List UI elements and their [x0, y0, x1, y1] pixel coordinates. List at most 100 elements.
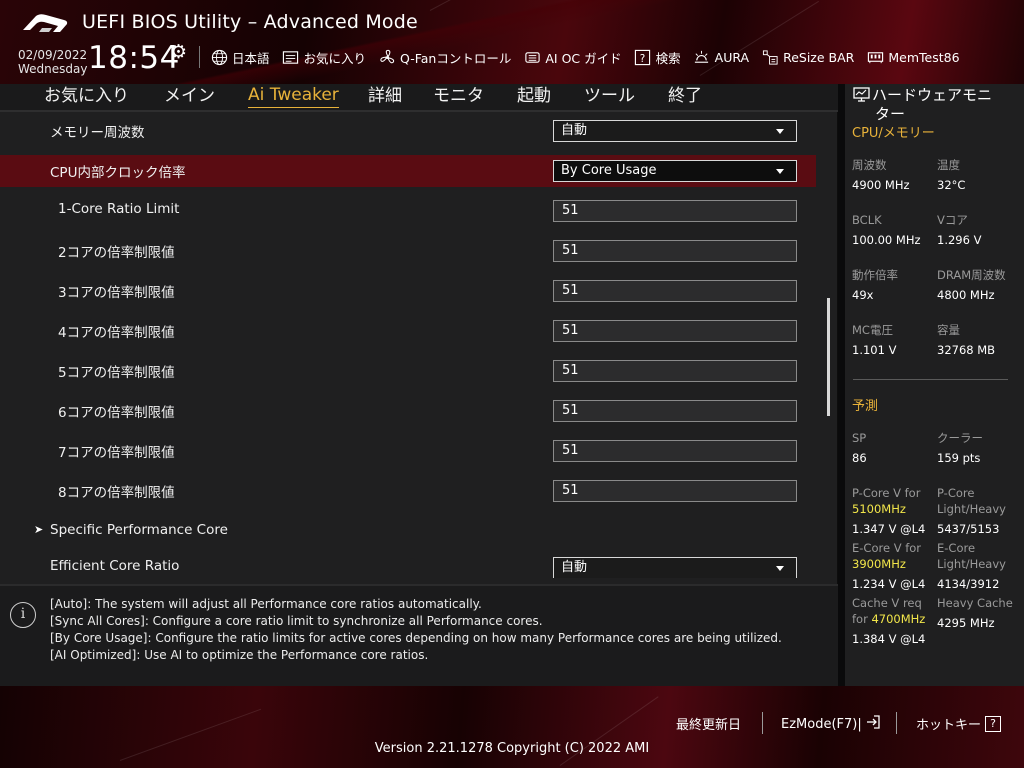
- setting-label: 4コアの倍率制限値: [58, 325, 175, 341]
- settings-list: メモリー周波数 自動 CPU内部クロック倍率 By Core Usage 1-C…: [0, 112, 838, 578]
- weekday-text: Wednesday: [18, 62, 88, 76]
- setting-label: 7コアの倍率制限値: [58, 445, 175, 461]
- tab-ai-tweaker[interactable]: Ai Tweaker: [248, 84, 339, 108]
- help-panel: i [Auto]: The system will adjust all Per…: [0, 584, 838, 686]
- question-box-icon: ?: [985, 715, 1002, 732]
- cpu-memory-section-title: CPU/メモリー: [852, 126, 935, 141]
- search-button[interactable]: ? 検索: [634, 48, 681, 67]
- setting-row-2core-ratio[interactable]: 2コアの倍率制限値 51: [0, 235, 816, 267]
- tab-boot[interactable]: 起動: [517, 84, 551, 110]
- submenu-specific-performance-core[interactable]: ➤ Specific Performance Core: [0, 516, 816, 548]
- help-line: [By Core Usage]: Configure the ratio lim…: [50, 631, 782, 645]
- setting-row-7core-ratio[interactable]: 7コアの倍率制限値 51: [0, 435, 816, 467]
- hw-value-temperature: 32°C: [937, 178, 966, 192]
- setting-row-6core-ratio[interactable]: 6コアの倍率制限値 51: [0, 395, 816, 427]
- select-value: 自動: [561, 123, 588, 138]
- hw-value-vcore: 1.296 V: [937, 233, 982, 247]
- ecore-lh-label-line2: Light/Heavy: [937, 557, 1006, 571]
- hw-label-ratio: 動作倍率: [852, 268, 898, 282]
- hotkeys-button[interactable]: ホットキー ?: [916, 714, 1002, 733]
- qfan-control-button[interactable]: Q-Fanコントロール: [378, 48, 511, 67]
- 2core-ratio-input[interactable]: 51: [553, 240, 797, 262]
- memtest-button[interactable]: MemTest86: [866, 48, 960, 66]
- aura-button[interactable]: AURA: [693, 48, 749, 66]
- 7core-ratio-input[interactable]: 51: [553, 440, 797, 462]
- setting-label: 3コアの倍率制限値: [58, 285, 175, 301]
- setting-row-1core-ratio[interactable]: 1-Core Ratio Limit 51: [0, 195, 816, 227]
- footer-divider: [896, 712, 897, 734]
- hw-value-cache-v: 1.384 V @L4: [852, 632, 926, 646]
- setting-row-8core-ratio[interactable]: 8コアの倍率制限値 51: [0, 475, 816, 507]
- hotkeys-label: ホットキー: [916, 718, 982, 733]
- select-value: By Core Usage: [561, 163, 657, 178]
- svg-text:?: ?: [640, 52, 646, 64]
- 3core-ratio-input[interactable]: 51: [553, 280, 797, 302]
- setting-label: メモリー周波数: [50, 125, 145, 141]
- ai-oc-guide-button[interactable]: AI OC ガイド: [523, 48, 622, 67]
- tab-advanced[interactable]: 詳細: [368, 84, 402, 110]
- efficient-core-ratio-select[interactable]: 自動: [553, 557, 797, 578]
- exit-arrow-icon: [865, 714, 881, 734]
- aura-label: AURA: [714, 49, 750, 65]
- setting-row-cpu-core-ratio[interactable]: CPU内部クロック倍率 By Core Usage: [0, 155, 816, 187]
- cpu-core-ratio-select[interactable]: By Core Usage: [553, 160, 797, 182]
- hw-value-ecore-v: 1.234 V @L4: [852, 577, 926, 591]
- 5core-ratio-input[interactable]: 51: [553, 360, 797, 382]
- setting-label: 6コアの倍率制限値: [58, 405, 175, 421]
- settings-scrollbar[interactable]: [827, 298, 830, 416]
- favorites-label: お気に入り: [303, 50, 367, 66]
- setting-row-4core-ratio[interactable]: 4コアの倍率制限値 51: [0, 315, 816, 347]
- ecore-v-frequency: 3900MHz: [852, 557, 906, 571]
- setting-row-memory-frequency[interactable]: メモリー周波数 自動: [0, 115, 816, 147]
- hw-label-cooler: クーラー: [937, 431, 983, 445]
- hw-label-frequency: 周波数: [852, 158, 887, 172]
- hw-value-ratio: 49x: [852, 288, 874, 302]
- 8core-ratio-input[interactable]: 51: [553, 480, 797, 502]
- prediction-section-title: 予測: [852, 399, 879, 414]
- resize-bar-button[interactable]: ReSize BAR: [761, 48, 854, 66]
- version-text: Version 2.21.1278 Copyright (C) 2022 AMI: [374, 741, 650, 756]
- cache-v-frequency: 4700MHz: [871, 612, 926, 626]
- help-line: [Sync All Cores]: Configure a core ratio…: [50, 614, 543, 628]
- tab-tool[interactable]: ツール: [584, 84, 635, 110]
- language-button[interactable]: 日本語: [210, 48, 270, 67]
- app-title: UEFI BIOS Utility – Advanced Mode: [82, 11, 418, 33]
- hw-value-sp: 86: [852, 451, 867, 465]
- last-modified-button[interactable]: 最終更新日: [676, 714, 741, 733]
- hw-label-sp: SP: [852, 431, 867, 445]
- memory-frequency-select[interactable]: 自動: [553, 120, 797, 142]
- last-modified-label: 最終更新日: [676, 718, 742, 733]
- 1core-ratio-input[interactable]: 51: [553, 200, 797, 222]
- favorites-button[interactable]: お気に入り: [282, 48, 367, 67]
- setting-row-efficient-core-ratio[interactable]: Efficient Core Ratio 自動: [0, 552, 816, 578]
- setting-row-3core-ratio[interactable]: 3コアの倍率制限値 51: [0, 275, 816, 307]
- tab-main[interactable]: メイン: [164, 84, 215, 110]
- hw-label-bclk: BCLK: [852, 213, 882, 227]
- hw-value-ecore-lh: 4134/3912: [937, 577, 1000, 591]
- hw-label-temperature: 温度: [937, 158, 960, 172]
- 6core-ratio-input[interactable]: 51: [553, 400, 797, 422]
- select-value: 自動: [561, 560, 588, 575]
- help-search-icon: ?: [634, 48, 652, 66]
- help-line: [Auto]: The system will adjust all Perfo…: [50, 597, 482, 611]
- pcore-v-label-text: P-Core V for: [852, 486, 921, 500]
- hw-value-capacity: 32768 MB: [937, 343, 996, 357]
- hw-label-ecore-v: E-Core V for 3900MHz: [852, 540, 921, 572]
- ai-oc-label: AI OC ガイド: [545, 50, 622, 66]
- setting-label: 1-Core Ratio Limit: [58, 201, 180, 217]
- tab-monitor[interactable]: モニタ: [433, 84, 484, 110]
- hw-value-pcore-lh: 5437/5153: [937, 522, 1000, 536]
- 4core-ratio-input[interactable]: 51: [553, 320, 797, 342]
- hw-label-dram-frequency: DRAM周波数: [937, 268, 1006, 282]
- clock-time: 18:54: [88, 40, 180, 76]
- tab-exit[interactable]: 終了: [668, 84, 702, 110]
- ezmode-button[interactable]: EzMode(F7)|: [781, 714, 881, 734]
- clock-settings-gear-icon[interactable]: ⚙: [170, 41, 187, 63]
- ai-oc-icon: [523, 48, 541, 66]
- help-line: [AI Optimized]: Use AI to optimize the P…: [50, 648, 429, 662]
- tab-favorites[interactable]: お気に入り: [44, 84, 129, 110]
- hw-value-heavy-cache: 4295 MHz: [937, 616, 995, 630]
- hw-value-cooler: 159 pts: [937, 451, 981, 465]
- setting-row-5core-ratio[interactable]: 5コアの倍率制限値 51: [0, 355, 816, 387]
- cache-v-label-prefix: for: [852, 612, 872, 626]
